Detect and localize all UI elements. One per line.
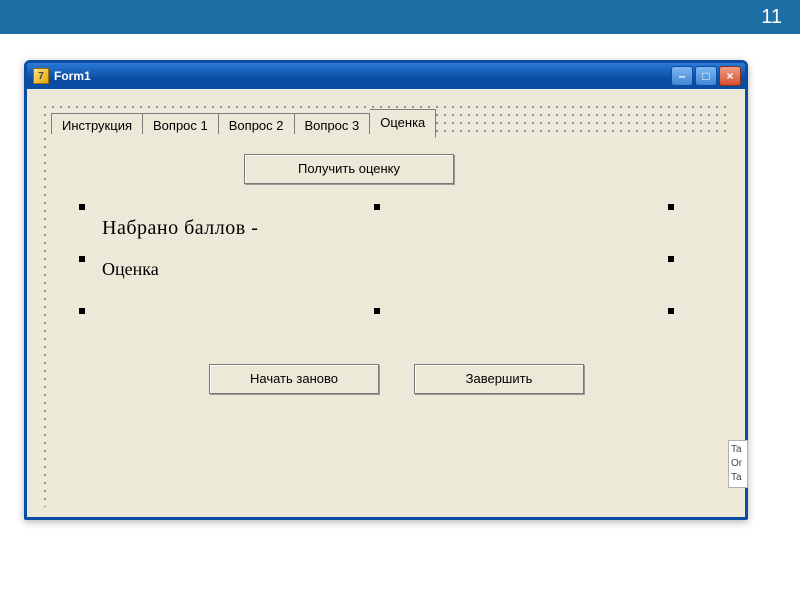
close-button[interactable]: × xyxy=(719,66,741,86)
prop-line: Ta xyxy=(731,443,745,457)
grade-label: Оценка xyxy=(102,259,159,280)
maximize-button[interactable]: □ xyxy=(695,66,717,86)
title-buttons: – □ × xyxy=(671,66,741,86)
selection-handle[interactable] xyxy=(374,308,380,314)
selection-handle[interactable] xyxy=(79,308,85,314)
tab-grade[interactable]: Оценка xyxy=(370,109,436,138)
prop-line: Ta xyxy=(731,471,745,485)
slide-number: 11 xyxy=(761,6,782,29)
score-label: Набрано баллов - xyxy=(102,217,258,240)
finish-button[interactable]: Завершить xyxy=(414,364,584,394)
property-inspector-peek: Ta Or Ta xyxy=(728,440,748,488)
selection-handle[interactable] xyxy=(668,308,674,314)
slide-header: 11 xyxy=(0,0,800,34)
selection-handle[interactable] xyxy=(79,204,85,210)
minimize-button[interactable]: – xyxy=(671,66,693,86)
designer-area: 7 Form1 – □ × Инструкция Вопрос 1 Вопрос… xyxy=(24,60,748,528)
window-title: Form1 xyxy=(54,69,671,83)
form-window: 7 Form1 – □ × Инструкция Вопрос 1 Вопрос… xyxy=(24,60,748,520)
app-icon: 7 xyxy=(33,68,49,84)
restart-button[interactable]: Начать заново xyxy=(209,364,379,394)
selection-handle[interactable] xyxy=(668,256,674,262)
titlebar[interactable]: 7 Form1 – □ × xyxy=(27,63,745,89)
tab-page-grade: Получить оценку Набрано баллов - Оценка … xyxy=(49,134,729,514)
score-panel[interactable]: Набрано баллов - Оценка xyxy=(84,209,669,309)
get-grade-button[interactable]: Получить оценку xyxy=(244,154,454,184)
form-client: Инструкция Вопрос 1 Вопрос 2 Вопрос 3 Оц… xyxy=(27,89,745,517)
selection-handle[interactable] xyxy=(668,204,674,210)
prop-line: Or xyxy=(731,457,745,471)
selection-handle[interactable] xyxy=(374,204,380,210)
selection-handle[interactable] xyxy=(79,256,85,262)
